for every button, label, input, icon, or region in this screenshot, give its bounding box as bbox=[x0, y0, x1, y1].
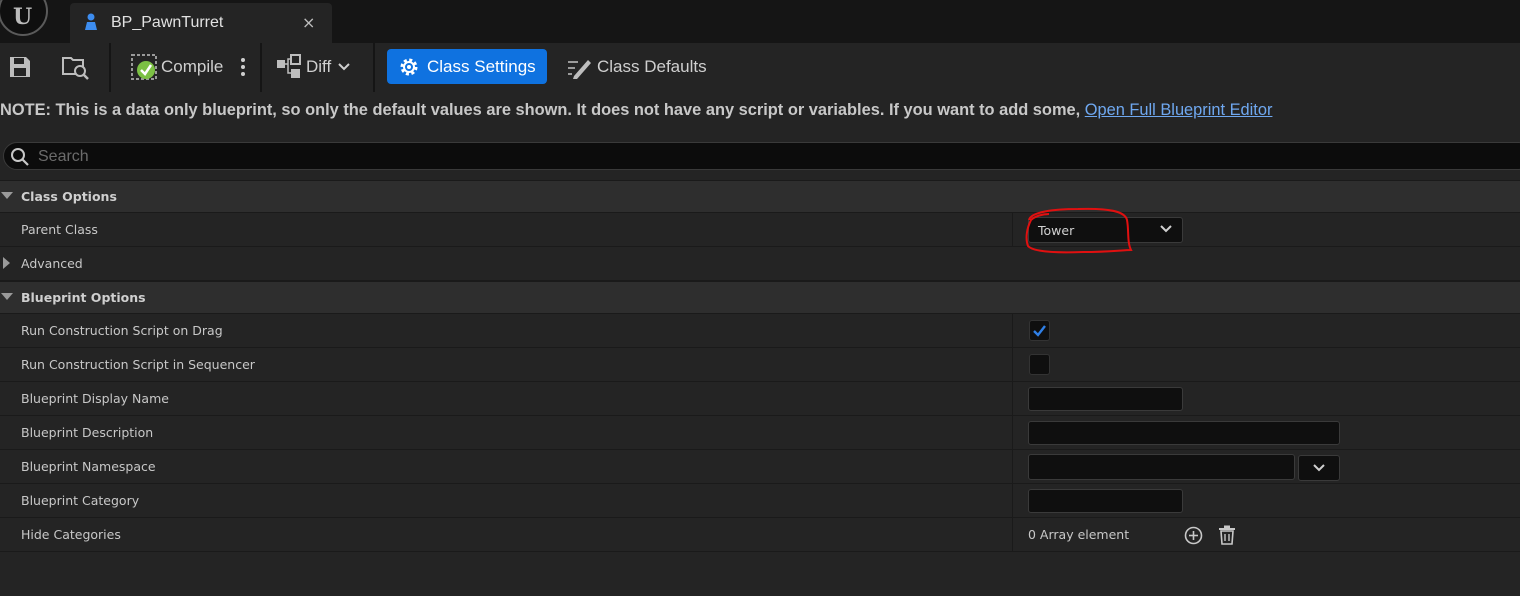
category-blueprint-options[interactable]: Blueprint Options bbox=[0, 281, 1520, 314]
compile-status-icon bbox=[131, 54, 157, 80]
class-settings-button[interactable]: Class Settings bbox=[387, 49, 547, 84]
save-button[interactable] bbox=[8, 49, 32, 85]
column-divider[interactable] bbox=[1012, 348, 1013, 381]
run-on-drag-checkbox[interactable] bbox=[1029, 320, 1050, 341]
toolbar-separator bbox=[260, 43, 262, 92]
diff-label: Diff bbox=[306, 57, 332, 76]
property-row-run-in-sequencer: Run Construction Script in Sequencer bbox=[0, 348, 1520, 382]
column-divider[interactable] bbox=[1012, 382, 1013, 415]
toolbar: Compile Diff Class Settings Class Defaul… bbox=[0, 43, 1520, 92]
property-label: Run Construction Script in Sequencer bbox=[21, 357, 255, 372]
property-label: Hide Categories bbox=[21, 527, 121, 542]
toolbar-separator bbox=[109, 43, 111, 92]
column-divider[interactable] bbox=[1012, 213, 1013, 246]
property-label: Blueprint Namespace bbox=[21, 459, 156, 474]
property-row-run-on-drag: Run Construction Script on Drag bbox=[0, 314, 1520, 348]
column-divider[interactable] bbox=[1012, 314, 1013, 347]
add-element-icon[interactable] bbox=[1184, 526, 1203, 545]
save-icon bbox=[10, 57, 30, 77]
expand-arrow-icon[interactable] bbox=[3, 257, 10, 269]
run-in-sequencer-checkbox[interactable] bbox=[1029, 354, 1050, 375]
collapse-arrow-icon[interactable] bbox=[1, 293, 13, 300]
chevron-down-icon bbox=[338, 63, 350, 71]
property-row-hide-categories: Hide Categories 0 Array element bbox=[0, 518, 1520, 552]
compile-label: Compile bbox=[161, 57, 224, 76]
category-title: Class Options bbox=[21, 189, 117, 204]
unreal-logo[interactable]: U bbox=[0, 0, 48, 36]
annotation-circle bbox=[1025, 207, 1133, 254]
category-field[interactable] bbox=[1028, 489, 1183, 513]
diff-button[interactable]: Diff bbox=[276, 49, 351, 85]
property-row-category: Blueprint Category bbox=[0, 484, 1520, 518]
property-label: Parent Class bbox=[21, 222, 98, 237]
pawn-icon bbox=[85, 13, 97, 30]
property-label: Blueprint Description bbox=[21, 425, 154, 440]
property-label: Advanced bbox=[21, 256, 83, 271]
column-divider[interactable] bbox=[1012, 484, 1013, 517]
title-bar: U BP_PawnTurret × bbox=[0, 0, 1520, 43]
diff-icon bbox=[277, 54, 301, 78]
search-input[interactable] bbox=[36, 145, 940, 169]
data-only-notice: NOTE: This is a data only blueprint, so … bbox=[0, 101, 1272, 127]
browse-button[interactable] bbox=[62, 49, 90, 85]
asset-tab[interactable]: BP_PawnTurret × bbox=[70, 3, 332, 43]
description-field[interactable] bbox=[1028, 421, 1340, 445]
gear-icon bbox=[400, 58, 418, 75]
compile-button[interactable]: Compile bbox=[130, 49, 223, 85]
column-divider[interactable] bbox=[1012, 416, 1013, 449]
notice-text: NOTE: This is a data only blueprint, so … bbox=[0, 101, 1085, 119]
edit-defaults-icon bbox=[568, 60, 591, 79]
search-bar bbox=[3, 142, 1520, 170]
toolbar-separator bbox=[373, 43, 375, 92]
chevron-down-icon bbox=[1313, 464, 1325, 472]
close-tab-icon[interactable]: × bbox=[302, 13, 315, 32]
namespace-field[interactable] bbox=[1028, 454, 1295, 480]
column-divider[interactable] bbox=[1012, 518, 1013, 551]
browse-folder-icon bbox=[62, 57, 89, 80]
compile-options-button[interactable] bbox=[237, 49, 249, 85]
property-row-namespace: Blueprint Namespace bbox=[0, 450, 1520, 484]
class-defaults-button[interactable]: Class Defaults bbox=[566, 49, 707, 85]
property-row-parent-class: Parent Class Tower bbox=[0, 213, 1520, 247]
display-name-field[interactable] bbox=[1028, 387, 1183, 411]
property-row-advanced[interactable]: Advanced bbox=[0, 247, 1520, 281]
class-defaults-label: Class Defaults bbox=[597, 57, 707, 76]
property-row-description: Blueprint Description bbox=[0, 416, 1520, 450]
property-label: Blueprint Category bbox=[21, 493, 140, 508]
category-class-options[interactable]: Class Options bbox=[0, 180, 1520, 213]
column-divider[interactable] bbox=[1012, 450, 1013, 483]
tab-title: BP_PawnTurret bbox=[111, 14, 224, 31]
property-row-display-name: Blueprint Display Name bbox=[0, 382, 1520, 416]
delete-trash-icon[interactable] bbox=[1218, 525, 1236, 545]
chevron-down-icon bbox=[1160, 225, 1172, 233]
checkmark-icon bbox=[1033, 325, 1046, 337]
property-label: Blueprint Display Name bbox=[21, 391, 169, 406]
details-panel: Class Options Parent Class Tower Advance… bbox=[0, 180, 1520, 552]
category-title: Blueprint Options bbox=[21, 290, 146, 305]
open-full-editor-link[interactable]: Open Full Blueprint Editor bbox=[1085, 101, 1273, 119]
more-options-icon bbox=[241, 58, 245, 76]
namespace-dropdown-button[interactable] bbox=[1298, 455, 1340, 481]
search-icon bbox=[11, 148, 29, 166]
collapse-arrow-icon[interactable] bbox=[1, 192, 13, 199]
array-element-count: 0 Array element bbox=[1028, 527, 1130, 542]
property-label: Run Construction Script on Drag bbox=[21, 323, 223, 338]
class-settings-label: Class Settings bbox=[427, 56, 536, 76]
